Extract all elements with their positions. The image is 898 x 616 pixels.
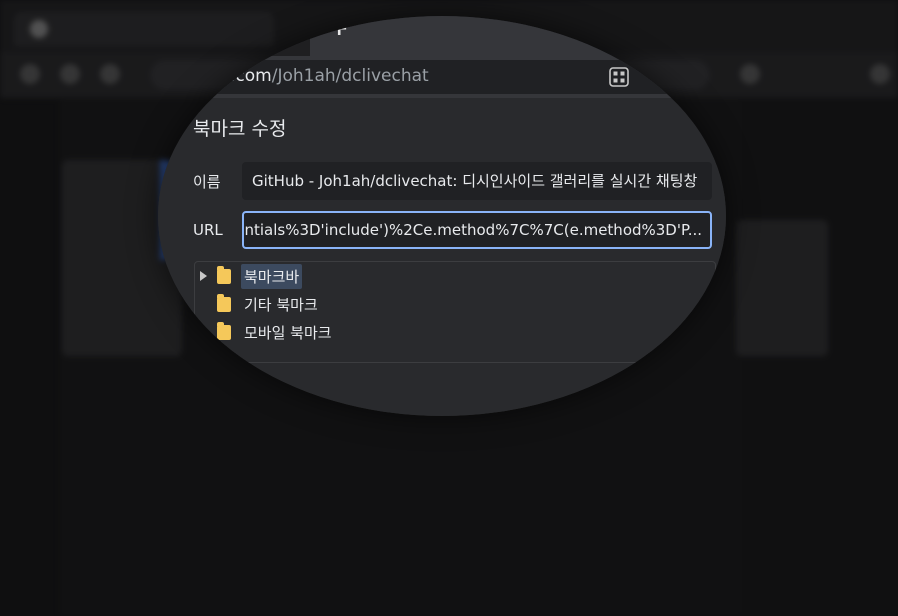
magnifier-lens: + .com/Joh1ah/dclivechat 북마크 수정 이름 GitHu… xyxy=(158,16,726,416)
plus-icon[interactable]: + xyxy=(330,18,348,40)
name-label: 이름 xyxy=(193,173,221,191)
menu-icon xyxy=(870,64,890,84)
folder-label: 모바일 북마크 xyxy=(244,323,332,342)
url-host-suffix: com xyxy=(235,66,272,86)
folder-icon xyxy=(217,293,231,312)
toolbar-dot xyxy=(655,72,661,78)
active-tab[interactable] xyxy=(310,16,726,56)
folder-item-mobile-bookmarks[interactable]: 모바일 북마크 xyxy=(200,319,335,345)
url-path: /Joh1ah/dclivechat xyxy=(271,66,429,86)
forward-icon xyxy=(60,64,80,84)
qr-code-icon[interactable] xyxy=(609,67,629,87)
folder-icon xyxy=(217,321,231,340)
dialog-title: 북마크 수정 xyxy=(193,118,287,140)
back-icon xyxy=(20,64,40,84)
folder-icon xyxy=(217,265,231,284)
address-bar-url[interactable]: .com/Joh1ah/dclivechat xyxy=(230,66,429,86)
url-label: URL xyxy=(193,221,223,239)
profile-avatar-icon xyxy=(740,64,760,84)
background-card xyxy=(736,220,828,356)
folder-label: 북마크바 xyxy=(241,263,303,289)
folder-item-other-bookmarks[interactable]: 기타 북마크 xyxy=(200,291,321,317)
url-field[interactable]: e.credentials%3D'include')%2Ce.method%7C… xyxy=(242,211,712,249)
expand-arrow-icon[interactable] xyxy=(200,271,207,281)
reload-icon xyxy=(100,64,120,84)
edit-bookmark-dialog xyxy=(158,98,726,416)
folder-label: 기타 북마크 xyxy=(244,295,318,314)
background-favicon-icon xyxy=(30,20,48,38)
folder-item-bookmarks-bar[interactable]: 북마크바 xyxy=(200,263,303,289)
url-field-value: e.credentials%3D'include')%2Ce.method%7C… xyxy=(244,221,702,239)
name-field[interactable]: GitHub - Joh1ah/dclivechat: 디시인사이드 갤러리를 … xyxy=(242,162,712,200)
background-sidebar xyxy=(740,100,898,616)
